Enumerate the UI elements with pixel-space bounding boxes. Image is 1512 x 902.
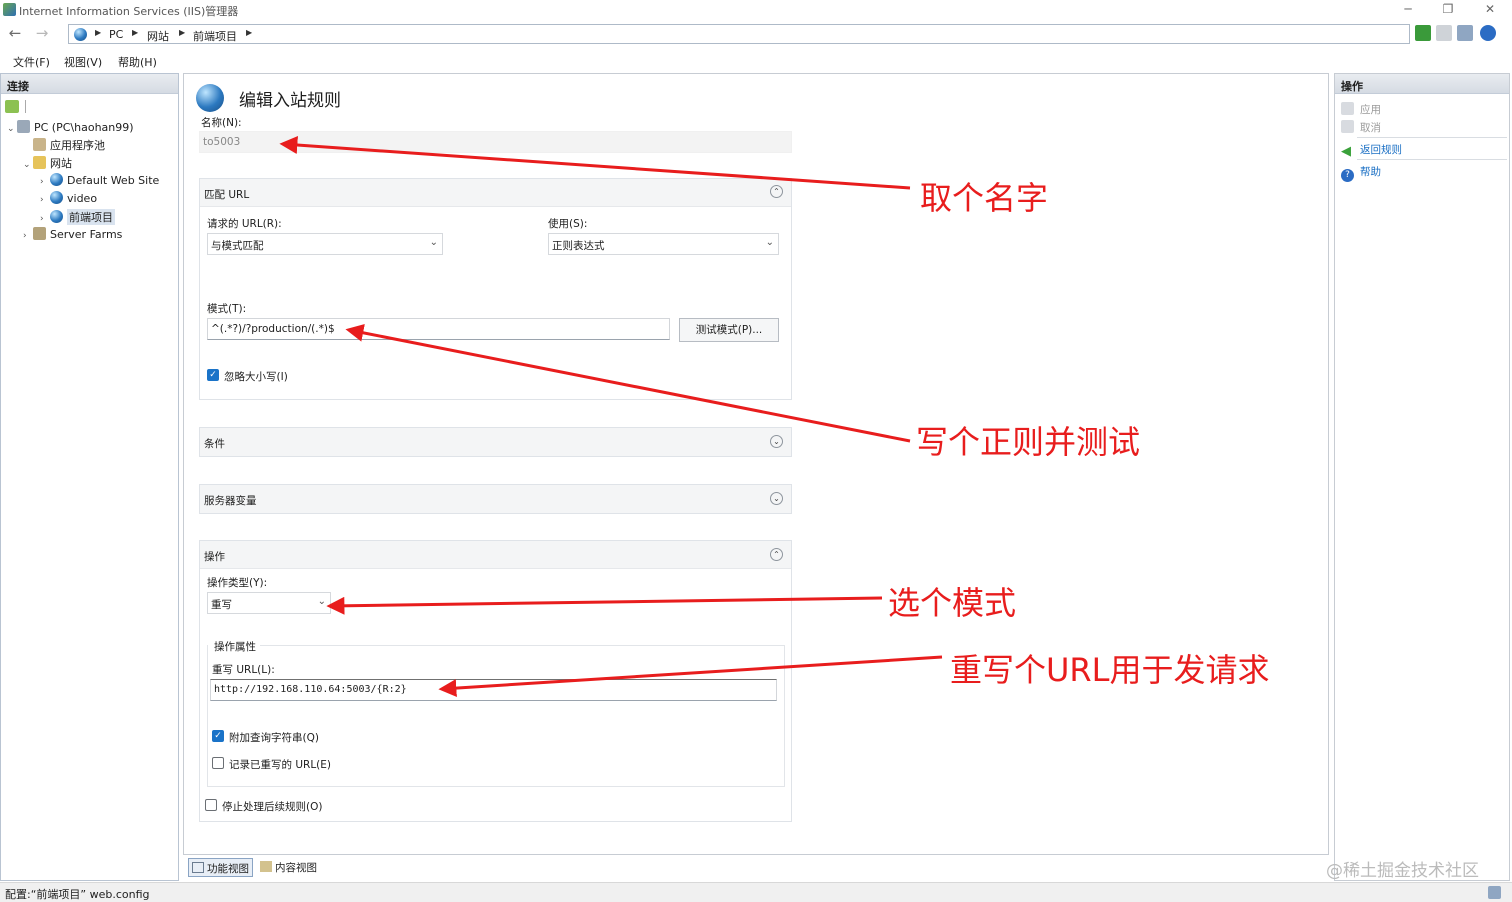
annotation-rewrite-url: 重写个URL用于发请求 xyxy=(950,651,1270,689)
annotation-regex: 写个正则并测试 xyxy=(916,423,1141,461)
annotation-arrow xyxy=(279,136,911,190)
annotation-arrow xyxy=(326,596,883,615)
annotation-name: 取个名字 xyxy=(920,179,1049,217)
annotation-arrow xyxy=(345,323,911,443)
annotation-mode: 选个模式 xyxy=(888,584,1017,622)
annotation-arrows xyxy=(279,136,943,698)
annotation-arrow xyxy=(438,655,943,698)
watermark: @稀土掘金技术社区 xyxy=(1326,861,1479,881)
